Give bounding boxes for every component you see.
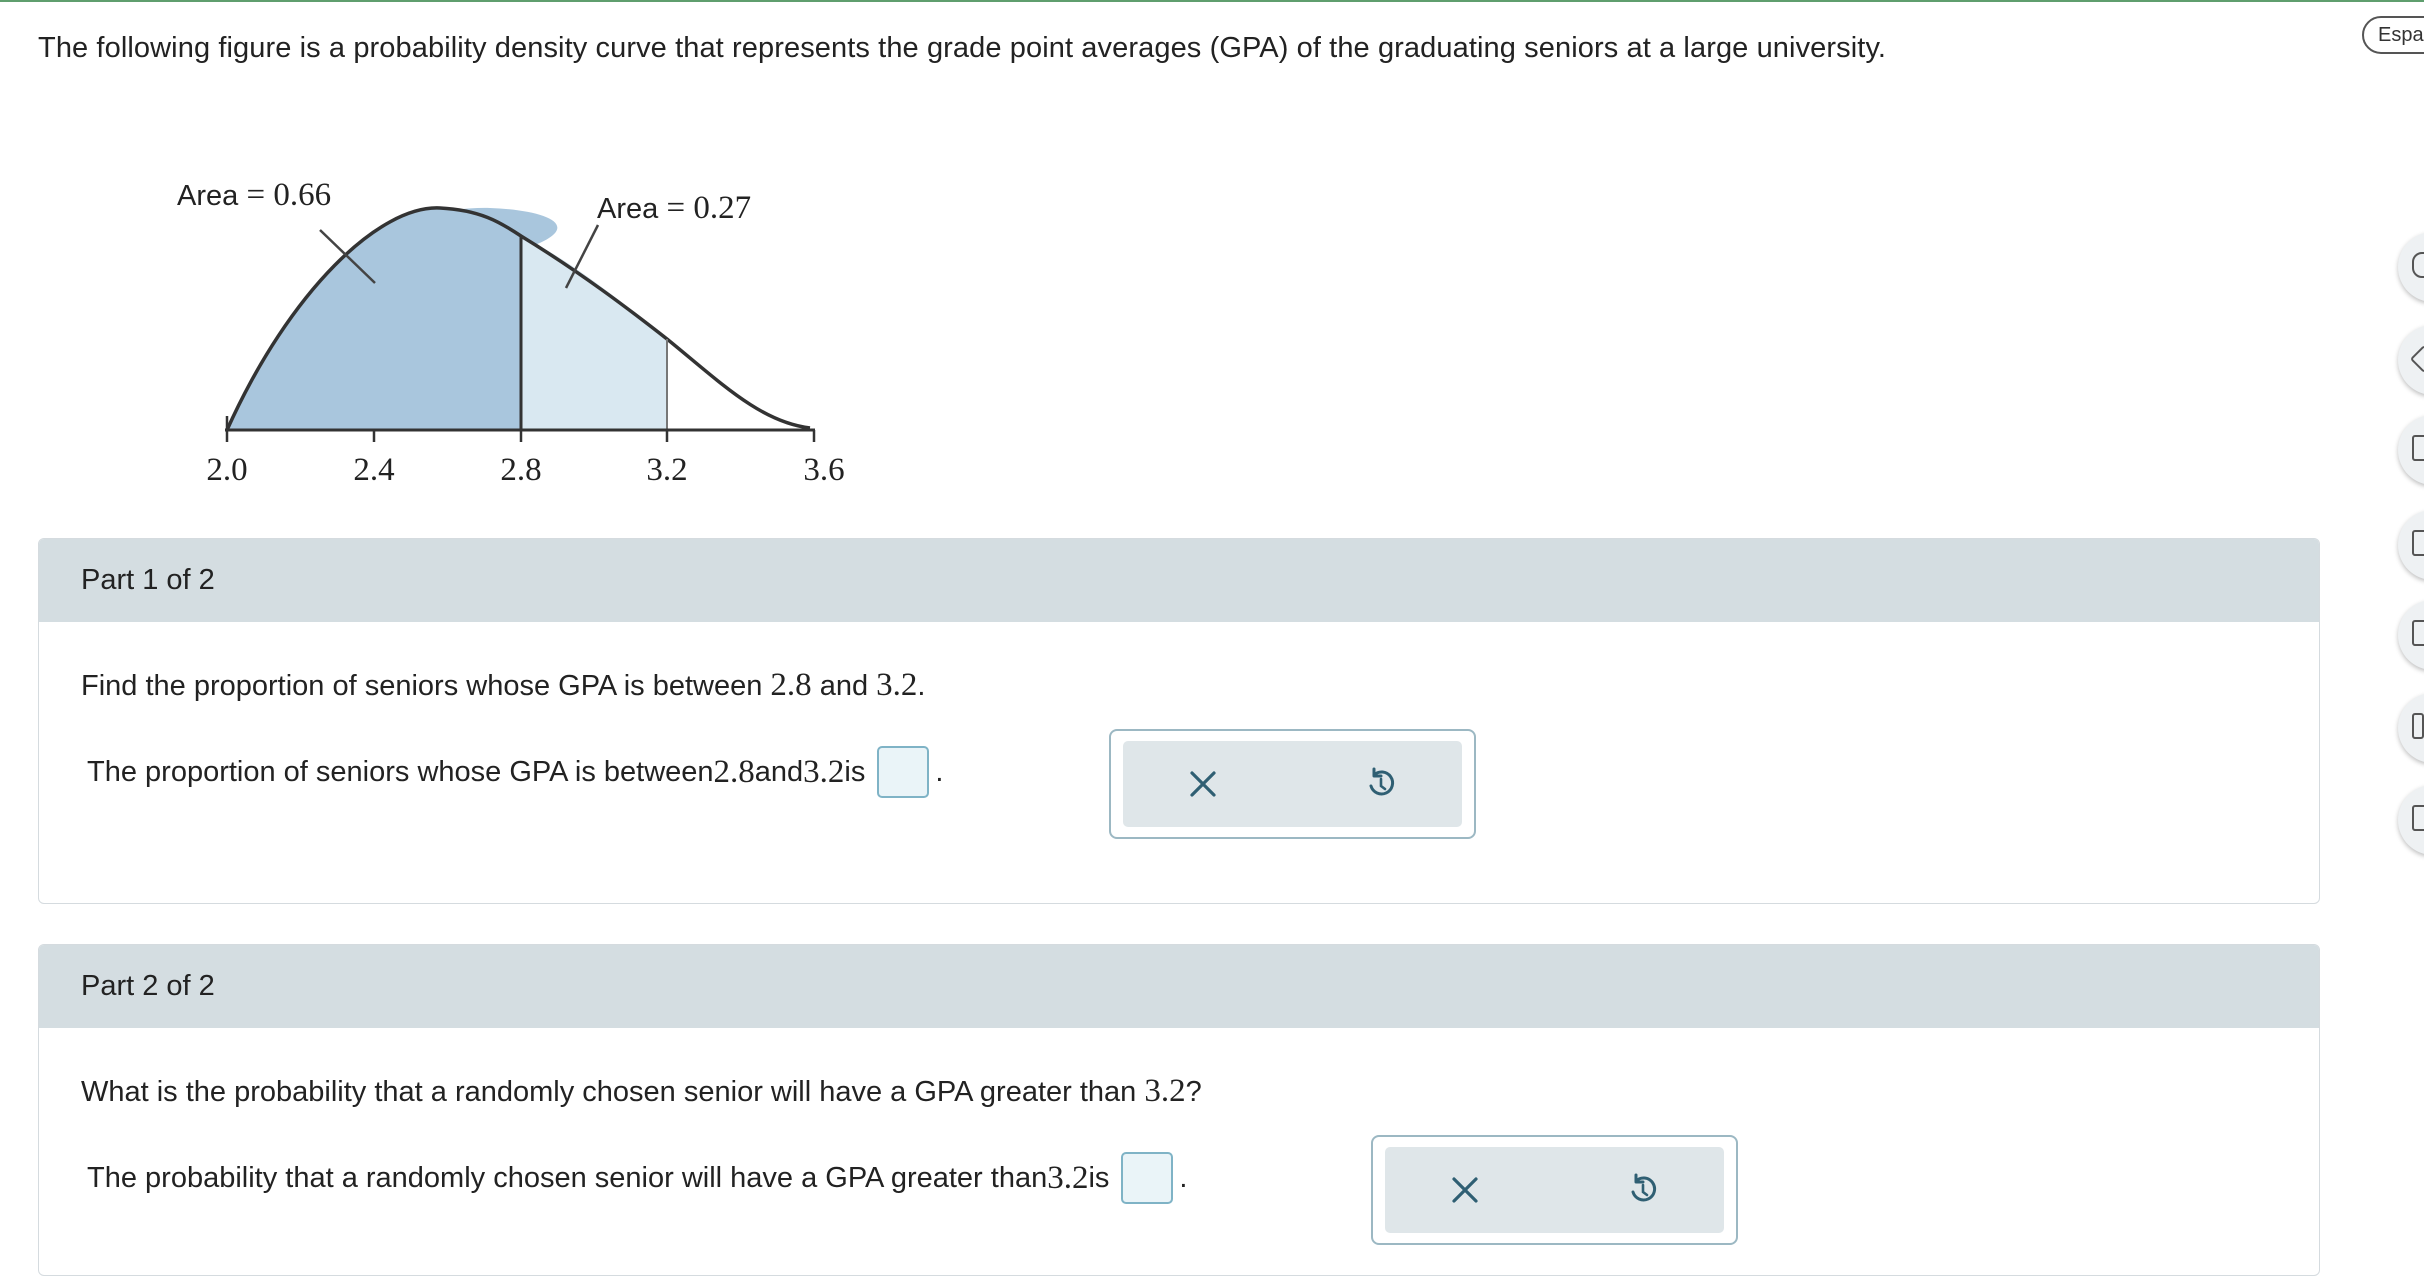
rail-button-4[interactable] xyxy=(2398,510,2424,580)
rail-button-3[interactable] xyxy=(2398,415,2424,485)
tool-icon xyxy=(2412,252,2424,278)
undo-icon xyxy=(1369,767,1395,796)
part-2-header: Part 2 of 2 xyxy=(39,945,2319,1028)
part-2-title: Part 2 of 2 xyxy=(81,970,215,1002)
top-accent-rule xyxy=(0,0,2424,2)
rail-button-7[interactable] xyxy=(2398,785,2424,855)
rail-button-1[interactable] xyxy=(2398,232,2424,302)
tool-icon xyxy=(2412,713,2424,739)
part-1-panel: Part 1 of 2 Find the proportion of senio… xyxy=(38,538,2320,904)
part-2-clear-button[interactable] xyxy=(1441,1166,1489,1214)
part-1-clear-button[interactable] xyxy=(1179,760,1227,808)
part-1-question: Find the proportion of seniors whose GPA… xyxy=(81,667,926,703)
area-label-right: Area = 0.27 xyxy=(597,190,751,226)
answer-period: . xyxy=(1179,1161,1188,1194)
answer-period: . xyxy=(935,755,944,788)
shaded-area-left-fill xyxy=(227,207,521,430)
tick-label: 2.8 xyxy=(500,452,541,488)
part-1-answer-line: The proportion of seniors whose GPA is b… xyxy=(87,746,943,798)
density-curve-figure: Area = 0.66 Area = 0.27 2.0 2.4 2.8 3.2 … xyxy=(177,177,845,488)
part-2-panel: Part 2 of 2 What is the probability that… xyxy=(38,944,2320,1276)
tick-label: 3.6 xyxy=(803,452,844,488)
part-2-undo-button[interactable] xyxy=(1619,1166,1667,1214)
part-1-undo-button[interactable] xyxy=(1357,760,1405,808)
part-1-tool-panel xyxy=(1109,729,1476,839)
x-icon xyxy=(1190,771,1216,797)
part-2-tool-panel xyxy=(1371,1135,1738,1245)
tick-label: 2.4 xyxy=(353,452,394,488)
rail-button-5[interactable] xyxy=(2398,600,2424,670)
tick-label: 2.0 xyxy=(206,452,247,488)
part-2-answer-input[interactable] xyxy=(1121,1152,1174,1204)
shaded-area-right xyxy=(521,236,667,430)
x-icon xyxy=(1452,1177,1478,1203)
problem-intro: The following figure is a probability de… xyxy=(38,32,1887,64)
tool-icon xyxy=(2412,435,2424,461)
part-1-title: Part 1 of 2 xyxy=(81,564,215,596)
part-2-answer-line: The probability that a randomly chosen s… xyxy=(87,1152,1187,1204)
part-1-header: Part 1 of 2 xyxy=(39,539,2319,622)
tick-label: 3.2 xyxy=(646,452,687,488)
tool-icon xyxy=(2409,344,2424,374)
tool-icon xyxy=(2412,620,2424,646)
rail-button-2[interactable] xyxy=(2398,325,2424,395)
language-toggle-button[interactable]: Espa xyxy=(2362,16,2424,54)
area-label-left: Area = 0.66 xyxy=(177,177,331,213)
part-1-answer-input[interactable] xyxy=(877,746,930,798)
tool-icon xyxy=(2412,805,2424,831)
part-2-question: What is the probability that a randomly … xyxy=(81,1073,1202,1109)
rail-button-6[interactable] xyxy=(2398,693,2424,763)
undo-icon xyxy=(1631,1173,1657,1202)
tool-icon xyxy=(2412,530,2424,556)
